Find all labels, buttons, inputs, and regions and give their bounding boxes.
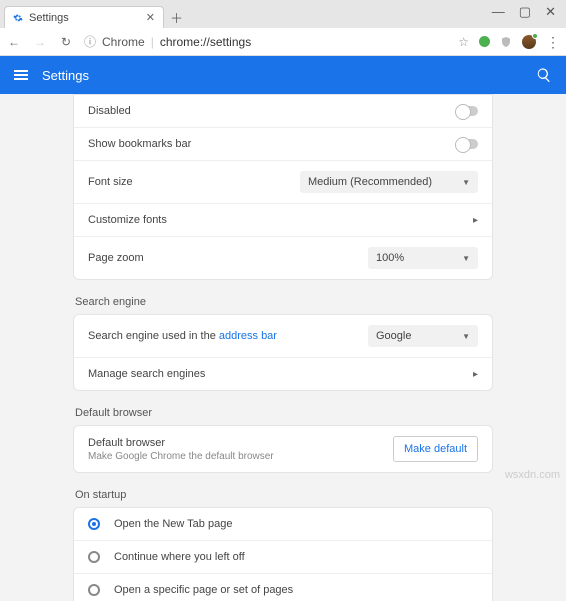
page-zoom-value: 100% <box>376 252 404 264</box>
label-startup-specific: Open a specific page or set of pages <box>114 584 293 596</box>
search-icon[interactable] <box>536 67 552 83</box>
settings-header: Settings <box>0 56 566 94</box>
toggle-disabled[interactable] <box>456 106 478 116</box>
watermark: wsxdn.com <box>505 469 560 481</box>
label-manage-search: Manage search engines <box>88 368 205 380</box>
row-disabled[interactable]: Disabled <box>74 95 492 127</box>
window-close-icon[interactable]: ✕ <box>545 4 556 20</box>
select-font-size[interactable]: Medium (Recommended) ▼ <box>300 171 478 193</box>
section-on-startup: On startup <box>75 489 493 501</box>
search-engine-value: Google <box>376 330 411 342</box>
caret-down-icon: ▼ <box>462 254 470 263</box>
row-startup-newtab[interactable]: Open the New Tab page <box>74 508 492 540</box>
extension-icon[interactable] <box>479 36 490 47</box>
radio-specific[interactable] <box>88 584 100 596</box>
menu-icon[interactable] <box>14 70 28 80</box>
default-browser-title: Default browser <box>88 437 274 449</box>
row-manage-search-engines[interactable]: Manage search engines ▸ <box>74 357 492 390</box>
radio-newtab[interactable] <box>88 518 100 530</box>
url-scheme: Chrome <box>102 35 145 49</box>
tab-close-icon[interactable]: ✕ <box>146 11 155 24</box>
section-search-engine: Search engine <box>75 296 493 308</box>
row-startup-specific[interactable]: Open a specific page or set of pages <box>74 573 492 601</box>
label-startup-newtab: Open the New Tab page <box>114 518 232 530</box>
label-page-zoom: Page zoom <box>88 252 144 264</box>
label-bookmarks: Show bookmarks bar <box>88 138 191 150</box>
row-default-browser: Default browser Make Google Chrome the d… <box>74 426 492 472</box>
label-customize-fonts: Customize fonts <box>88 214 167 226</box>
url-path: chrome://settings <box>160 35 251 49</box>
row-search-engine[interactable]: Search engine used in the address bar Go… <box>74 315 492 357</box>
settings-content: Disabled Show bookmarks bar Font size Me… <box>0 94 566 601</box>
label-search-engine: Search engine used in the address bar <box>88 330 277 342</box>
label-startup-continue: Continue where you left off <box>114 551 245 563</box>
address-bar[interactable]: ⓘ Chrome | chrome://settings <box>84 33 448 50</box>
window-maximize-icon[interactable]: ▢ <box>519 4 531 20</box>
toggle-bookmarks[interactable] <box>456 139 478 149</box>
section-default-browser: Default browser <box>75 407 493 419</box>
select-page-zoom[interactable]: 100% ▼ <box>368 247 478 269</box>
make-default-button[interactable]: Make default <box>393 436 478 462</box>
default-browser-subtitle: Make Google Chrome the default browser <box>88 451 274 462</box>
tab-strip: Settings ✕ ＋ <box>0 0 566 28</box>
radio-continue[interactable] <box>88 551 100 563</box>
reload-button[interactable]: ↻ <box>58 35 74 49</box>
startup-card: Open the New Tab page Continue where you… <box>73 507 493 601</box>
tab-title: Settings <box>29 12 69 24</box>
font-size-value: Medium (Recommended) <box>308 176 432 188</box>
row-font-size[interactable]: Font size Medium (Recommended) ▼ <box>74 160 492 203</box>
chevron-right-icon: ▸ <box>473 215 478 226</box>
search-engine-card: Search engine used in the address bar Go… <box>73 314 493 391</box>
browser-tab-settings[interactable]: Settings ✕ <box>4 6 164 28</box>
page-title: Settings <box>42 68 89 83</box>
window-minimize-icon[interactable]: — <box>492 4 505 20</box>
row-bookmarks-bar[interactable]: Show bookmarks bar <box>74 127 492 160</box>
site-info-icon[interactable]: ⓘ <box>84 33 96 50</box>
caret-down-icon: ▼ <box>462 178 470 187</box>
default-browser-card: Default browser Make Google Chrome the d… <box>73 425 493 473</box>
label-disabled: Disabled <box>88 105 131 117</box>
back-button[interactable]: ← <box>6 35 22 49</box>
row-customize-fonts[interactable]: Customize fonts ▸ <box>74 203 492 236</box>
shield-icon[interactable] <box>500 35 512 49</box>
bookmark-star-icon[interactable]: ☆ <box>458 35 469 49</box>
row-startup-continue[interactable]: Continue where you left off <box>74 540 492 573</box>
chevron-right-icon: ▸ <box>473 369 478 380</box>
select-search-engine[interactable]: Google ▼ <box>368 325 478 347</box>
appearance-card: Disabled Show bookmarks bar Font size Me… <box>73 94 493 280</box>
browser-menu-icon[interactable]: ⋮ <box>546 35 560 49</box>
caret-down-icon: ▼ <box>462 332 470 341</box>
new-tab-button[interactable]: ＋ <box>170 6 183 28</box>
gear-icon <box>13 13 23 23</box>
row-page-zoom[interactable]: Page zoom 100% ▼ <box>74 236 492 279</box>
address-bar-link[interactable]: address bar <box>219 330 277 342</box>
profile-avatar[interactable] <box>522 35 536 49</box>
browser-toolbar: ← → ↻ ⓘ Chrome | chrome://settings ☆ ⋮ <box>0 28 566 56</box>
label-font-size: Font size <box>88 176 133 188</box>
forward-button[interactable]: → <box>32 35 48 49</box>
